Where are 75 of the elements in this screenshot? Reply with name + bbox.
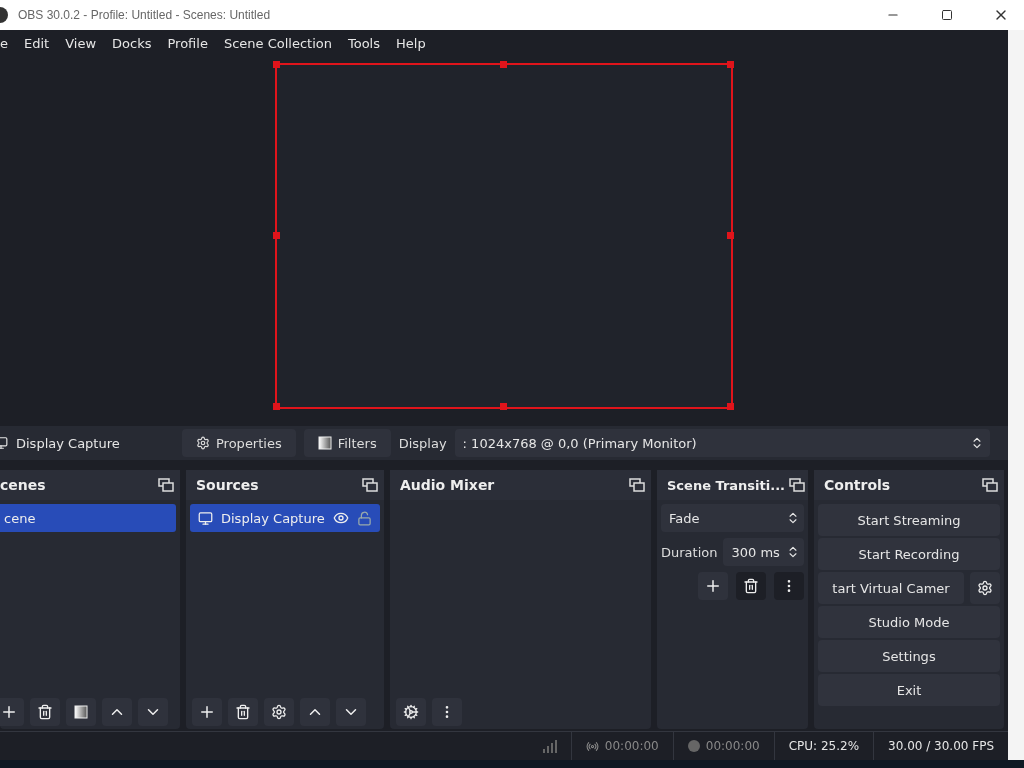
filters-button[interactable] <box>66 698 96 726</box>
add-button[interactable] <box>0 698 24 726</box>
duration-label: Duration <box>661 544 718 560</box>
float-dock-icon[interactable] <box>158 478 174 492</box>
scene-item[interactable]: cene <box>0 504 176 532</box>
settings-button[interactable] <box>264 698 294 726</box>
settings-button[interactable] <box>970 572 1000 604</box>
delete-button[interactable] <box>736 572 766 600</box>
stream-icon <box>585 739 599 753</box>
duration-field[interactable]: 300 ms <box>723 538 804 566</box>
cpu-usage: CPU: 25.2% <box>788 739 860 753</box>
control-button[interactable]: tart Virtual Camer <box>818 572 964 604</box>
panel-title: Audio Mixer <box>400 477 495 493</box>
delete-button[interactable] <box>228 698 258 726</box>
trash-icon <box>235 704 251 720</box>
source-item[interactable]: Display Capture <box>190 504 380 532</box>
menu-item[interactable]: Docks <box>104 31 160 55</box>
source-name: Display Capture <box>221 510 325 526</box>
maximize-icon <box>941 9 953 21</box>
gear-icon <box>271 704 287 720</box>
app-logo-icon <box>0 7 10 23</box>
filter-icon <box>74 705 88 719</box>
stream-time: 00:00:00 <box>604 739 659 753</box>
advanced-audio-button[interactable] <box>396 698 426 726</box>
add-button[interactable] <box>192 698 222 726</box>
menu-item[interactable]: View <box>57 31 105 55</box>
float-dock-icon[interactable] <box>982 478 998 492</box>
move-down-button[interactable] <box>138 698 168 726</box>
float-dock-icon[interactable] <box>629 478 645 492</box>
record-icon <box>687 740 700 752</box>
delete-button[interactable] <box>30 698 60 726</box>
plus-icon <box>704 577 722 595</box>
plus-icon <box>198 703 216 721</box>
gear-icon <box>977 580 993 596</box>
filter-icon <box>317 436 332 450</box>
add-button[interactable] <box>698 572 728 600</box>
move-up-button[interactable] <box>300 698 330 726</box>
window-title: OBS 30.0.2 - Profile: Untitled - Scenes: Untitled <box>18 8 272 22</box>
control-button[interactable]: Studio Mode <box>818 606 1000 638</box>
menu-item[interactable]: e <box>0 31 16 55</box>
display-select[interactable]: : 1024x768 @ 0,0 (Primary Monitor) <box>454 429 990 457</box>
eye-icon[interactable] <box>333 510 349 526</box>
float-dock-icon[interactable] <box>789 478 806 492</box>
menu-item[interactable]: Help <box>388 31 434 55</box>
control-button[interactable]: Start Recording <box>818 538 1000 570</box>
panel-title: Scene Transiti... <box>667 477 786 493</box>
control-button[interactable]: Start Streaming <box>818 504 1000 536</box>
filters-button[interactable]: Filters <box>303 429 391 457</box>
transition-select[interactable]: Fade <box>661 504 804 532</box>
menu-item[interactable]: Edit <box>16 31 58 55</box>
signal-bars-icon <box>542 739 557 753</box>
float-dock-icon[interactable] <box>362 478 378 492</box>
menu-item[interactable]: Tools <box>339 31 388 55</box>
settings-icon <box>196 436 210 450</box>
trash-icon <box>743 578 759 594</box>
trash-icon <box>37 704 53 720</box>
menu-item[interactable]: Scene Collection <box>215 31 340 55</box>
control-button[interactable]: Exit <box>818 674 1000 706</box>
plus-icon <box>0 703 18 721</box>
display-label: Display <box>398 435 447 451</box>
panel-title: Controls <box>824 477 891 493</box>
fps-readout: 30.00 / 30.00 FPS <box>888 739 994 753</box>
unlocked-icon[interactable] <box>357 510 372 526</box>
panel-title: Sources <box>196 477 259 493</box>
control-button[interactable]: Settings <box>818 640 1000 672</box>
panel-title: cenes <box>0 477 46 493</box>
move-down-button[interactable] <box>336 698 366 726</box>
gear-icon <box>403 704 419 720</box>
screen-capture-preview[interactable] <box>275 63 733 409</box>
menu-item[interactable]: Profile <box>159 31 216 55</box>
monitor-icon <box>198 510 213 526</box>
selected-source-label: Display Capture <box>0 435 174 451</box>
move-up-button[interactable] <box>102 698 132 726</box>
properties-button[interactable]: Properties <box>182 429 296 457</box>
record-time: 00:00:00 <box>705 739 760 753</box>
